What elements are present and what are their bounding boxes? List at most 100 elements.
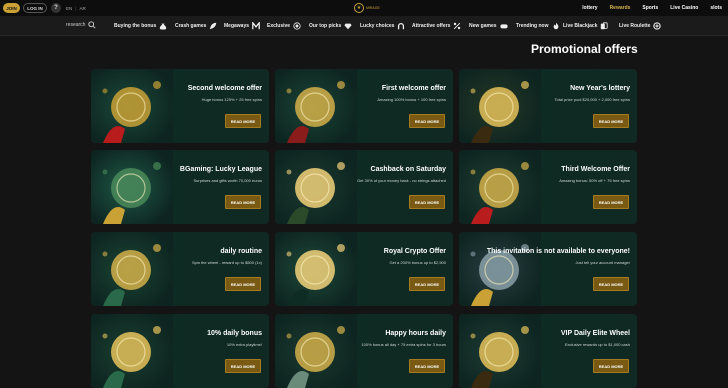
offer-illustration [459,232,541,306]
offer-illustration [275,314,357,388]
category-live-roulette[interactable]: Live Roulette [619,22,662,30]
read-more-button[interactable]: READ MORE [409,114,445,128]
offer-title: Happy hours daily [385,330,446,337]
read-more-button[interactable]: READ MORE [225,195,261,209]
roulette-icon [653,22,662,30]
offer-card: Third Welcome Offer Amazing bonus: 50% o… [459,150,637,224]
category-label: Lucky choices [360,23,395,29]
page-title: Promotional offers [531,42,638,56]
offer-illustration [275,150,357,224]
offer-description: Huge bonus 125% + 25 free spins [201,97,262,102]
category-buying-bonus[interactable]: Buying the bonus [114,22,167,30]
top-bar: JOIN LOG IN ? EN | AR ★ MIRAGE lottery R… [0,0,728,16]
read-more-button[interactable]: READ MORE [409,195,445,209]
offer-description: Surprises and gifts worth 70,000 euros [193,178,262,183]
offer-title: Third Welcome Offer [561,166,630,173]
diamond-icon [344,23,352,30]
read-more-button[interactable]: READ MORE [409,359,445,373]
category-megaways[interactable]: Megaways [224,22,260,30]
nav-live-casino[interactable]: Live Casino [670,5,698,11]
read-more-button[interactable]: READ MORE [225,359,261,373]
login-button[interactable]: LOG IN [23,3,47,13]
offer-card: This invitation is not available to ever… [459,232,637,306]
nav-sports[interactable]: Sports [642,5,658,11]
offer-card: Second welcome offer Huge bonus 125% + 2… [91,69,269,143]
help-icon[interactable]: ? [51,3,61,13]
search-label: research [66,22,86,28]
lang-ar[interactable]: AR [79,6,85,11]
logo-text: MIRAGE [366,6,380,10]
read-more-button[interactable]: READ MORE [225,277,261,291]
gamepad-icon [499,24,508,29]
category-label: Megaways [224,23,250,29]
read-more-button[interactable]: READ MORE [593,277,629,291]
category-trending-now[interactable]: Trending now [516,22,560,30]
offer-card: Cashback on Saturday Get 30% of your mon… [275,150,453,224]
search-icon [88,21,96,29]
lang-en[interactable]: EN [66,6,72,11]
offer-illustration [91,150,173,224]
category-label: Live Roulette [619,23,651,29]
offer-description: Amazing 100% bonus + 100 free spins [377,97,446,102]
category-label: New games [469,23,497,29]
offer-card: Royal Crypto Offer Get a 200% bonus up t… [275,232,453,306]
megaways-icon [252,22,260,30]
category-bar: research Buying the bonus Crash games Me… [0,16,728,36]
category-top-picks[interactable]: Our top picks [309,22,352,30]
offer-title: 10% daily bonus [207,330,262,337]
offer-card: 10% daily bonus 10% extra playtime! READ… [91,314,269,388]
offer-description: Total prize pool $20,000 + 2,000 free sp… [554,97,631,102]
offer-card: Happy hours daily 100% bonus all day + 7… [275,314,453,388]
flame-icon [553,22,558,30]
nav-lottery[interactable]: lottery [582,5,597,11]
offer-title: VIP Daily Elite Wheel [560,330,630,337]
category-label: Crash games [175,23,207,29]
read-more-button[interactable]: READ MORE [593,359,629,373]
nav-rewards[interactable]: Rewards [610,5,631,11]
offer-illustration [459,150,541,224]
nav-slots[interactable]: slots [710,5,722,11]
offer-title: Second welcome offer [187,85,262,92]
language-switcher: EN | AR [66,5,86,11]
offer-description: Get 30% of your money back - no strings … [357,178,446,183]
offer-description: Exclusive rewards up to $1,000 cash [564,342,630,347]
category-label: Live Blackjack [563,23,598,29]
money-bag-icon [160,23,167,30]
read-more-button[interactable]: READ MORE [225,114,261,128]
offer-illustration [459,314,541,388]
rocket-icon [210,22,217,30]
offer-illustration [91,69,173,143]
logo-mark-icon: ★ [354,3,364,13]
site-logo[interactable]: ★ MIRAGE [354,2,382,14]
offer-title: First welcome offer [381,85,446,92]
offer-card: First welcome offer Amazing 100% bonus +… [275,69,453,143]
category-label: Buying the bonus [114,23,157,29]
category-attractive-offers[interactable]: Attractive offers [412,22,461,30]
category-crash-games[interactable]: Crash games [175,22,217,30]
offer-description: Get a 200% bonus up to $2,500 [389,260,447,265]
offer-description: 100% bonus all day + 75 extra spins for … [361,342,446,347]
read-more-button[interactable]: READ MORE [593,114,629,128]
category-label: Trending now [516,23,549,29]
category-exclusive[interactable]: Exclusive [267,22,301,30]
offer-description: 10% extra playtime! [226,342,262,347]
join-button[interactable]: JOIN [3,3,20,13]
category-lucky-choices[interactable]: Lucky choices [360,22,405,30]
offer-illustration [91,232,173,306]
offer-card: BGaming: Lucky League Surprises and gift… [91,150,269,224]
horseshoe-icon [398,22,405,30]
read-more-button[interactable]: READ MORE [593,195,629,209]
offer-title: New Year's lottery [570,85,630,92]
offer-illustration [275,232,357,306]
offer-title: This invitation is not available to ever… [486,248,630,255]
offer-description: Just tell your account manager [575,260,630,265]
category-live-blackjack[interactable]: Live Blackjack [563,22,609,30]
offer-title: daily routine [220,248,262,255]
offer-illustration [91,314,173,388]
read-more-button[interactable]: READ MORE [409,277,445,291]
search-button[interactable]: research [66,21,96,29]
offer-description: Amazing bonus: 50% off + 75 free spins [559,178,630,183]
category-new-games[interactable]: New games [469,22,508,30]
offer-title: Royal Crypto Offer [383,248,446,255]
offer-card: New Year's lottery Total prize pool $20,… [459,69,637,143]
